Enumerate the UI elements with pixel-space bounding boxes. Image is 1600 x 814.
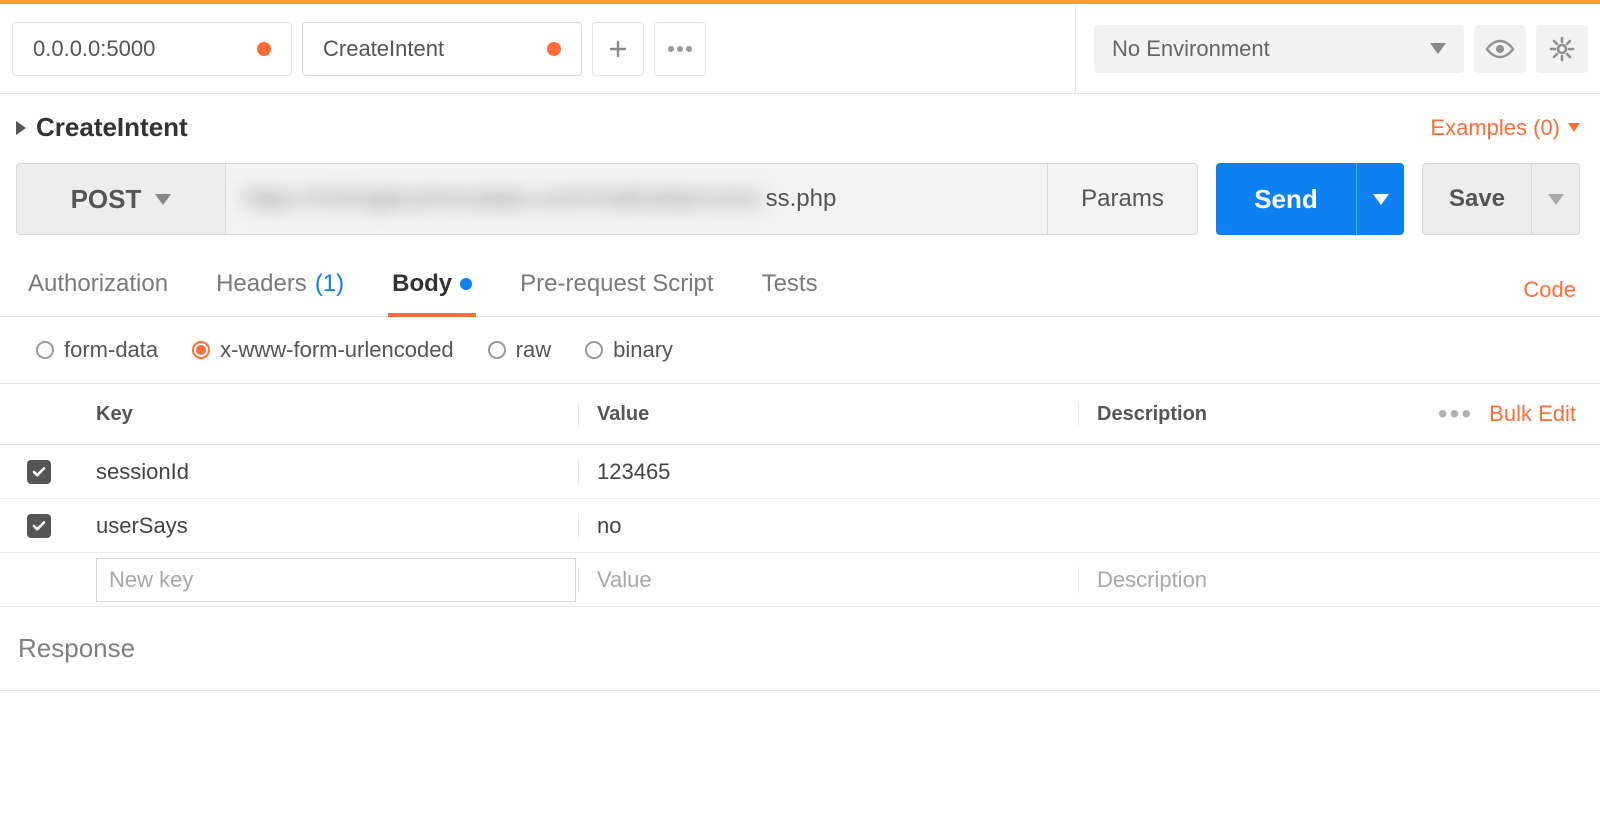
unsaved-dot-icon (547, 42, 561, 56)
radio-binary[interactable]: binary (585, 337, 673, 363)
kv-row: sessionId 123465 (0, 445, 1600, 499)
settings-button[interactable] (1536, 25, 1588, 73)
kv-new-row: New key Value Description (0, 553, 1600, 607)
save-button[interactable]: Save (1422, 163, 1532, 235)
code-link[interactable]: Code (1523, 277, 1576, 303)
divider (1075, 4, 1076, 94)
new-tab-button[interactable] (592, 22, 644, 76)
send-button[interactable]: Send (1216, 163, 1356, 235)
response-section-header: Response (0, 606, 1600, 691)
params-label: Params (1081, 185, 1164, 213)
environment-select[interactable]: No Environment (1094, 25, 1464, 73)
radio-icon (488, 341, 506, 359)
url-tail: ss.php (766, 185, 837, 213)
request-builder: POST https://miningbusinessdata.com/chat… (0, 153, 1600, 259)
save-dropdown[interactable] (1532, 163, 1580, 235)
tab-label: 0.0.0.0:5000 (33, 36, 155, 62)
request-section-tabs: Authorization Headers (1) Body Pre-reque… (0, 259, 1600, 317)
radio-form-data[interactable]: form-data (36, 337, 158, 363)
collapse-caret-icon[interactable] (16, 121, 26, 135)
tab-request-0[interactable]: 0.0.0.0:5000 (12, 22, 292, 76)
check-icon (31, 464, 47, 480)
row-value[interactable]: no (578, 513, 1078, 539)
radio-urlencoded[interactable]: x-www-form-urlencoded (192, 337, 454, 363)
tab-overflow-button[interactable] (654, 22, 706, 76)
body-dot-icon (460, 278, 472, 290)
environment-preview-button[interactable] (1474, 25, 1526, 73)
kv-table-header: Key Value Description ••• Bulk Edit (0, 383, 1600, 445)
unsaved-dot-icon (257, 42, 271, 56)
eye-icon (1485, 39, 1515, 59)
row-value[interactable]: 123465 (578, 459, 1078, 485)
row-key[interactable]: sessionId (78, 459, 578, 485)
gear-icon (1549, 36, 1575, 62)
new-value-input[interactable]: Value (578, 567, 1078, 593)
http-method-label: POST (71, 184, 142, 215)
save-group: Save (1422, 163, 1580, 235)
row-key[interactable]: userSays (78, 513, 578, 539)
examples-dropdown[interactable]: Examples (0) (1430, 115, 1580, 141)
send-group: Send (1216, 163, 1404, 235)
kv-row: userSays no (0, 499, 1600, 553)
examples-label: Examples (0) (1430, 115, 1560, 141)
send-dropdown[interactable] (1356, 163, 1404, 235)
tab-body[interactable]: Body (388, 264, 476, 316)
http-method-select[interactable]: POST (16, 163, 226, 235)
kv-options-button[interactable]: ••• (1438, 398, 1473, 430)
headers-count: (1) (315, 270, 344, 298)
request-title-bar: CreateIntent Examples (0) (0, 94, 1600, 153)
row-checkbox[interactable] (0, 460, 78, 484)
url-redacted: https://miningbusinessdata.com/chatfuel/… (244, 185, 762, 213)
environment-label: No Environment (1112, 36, 1270, 62)
url-field-wrap: https://miningbusinessdata.com/chatfuel/… (226, 163, 1198, 235)
tab-tests[interactable]: Tests (758, 264, 822, 316)
chevron-down-icon (155, 194, 171, 205)
tab-headers[interactable]: Headers (1) (212, 264, 348, 316)
plus-icon (609, 40, 627, 58)
col-key: Key (78, 403, 578, 426)
radio-icon (36, 341, 54, 359)
save-label: Save (1449, 185, 1505, 213)
body-type-radios: form-data x-www-form-urlencoded raw bina… (0, 317, 1600, 383)
chevron-down-icon (1373, 194, 1389, 205)
url-input[interactable]: https://miningbusinessdata.com/chatfuel/… (226, 164, 1047, 234)
radio-raw[interactable]: raw (488, 337, 551, 363)
chevron-down-icon (1430, 43, 1446, 54)
col-description: Description (1078, 403, 1438, 426)
ellipsis-icon (667, 45, 693, 53)
tab-authorization[interactable]: Authorization (24, 264, 172, 316)
col-value: Value (578, 403, 1078, 426)
row-checkbox[interactable] (0, 514, 78, 538)
chevron-down-icon (1548, 194, 1564, 205)
radio-icon (585, 341, 603, 359)
top-strip: 0.0.0.0:5000 CreateIntent No Environment (0, 4, 1600, 94)
new-key-input[interactable]: New key (78, 558, 578, 602)
tab-prerequest-script[interactable]: Pre-request Script (516, 264, 717, 316)
request-tabs: 0.0.0.0:5000 CreateIntent (12, 22, 1057, 76)
params-button[interactable]: Params (1047, 164, 1197, 234)
tab-request-1[interactable]: CreateIntent (302, 22, 582, 76)
new-description-input[interactable]: Description (1078, 567, 1600, 593)
request-title: CreateIntent (36, 112, 188, 143)
radio-selected-icon (192, 341, 210, 359)
caret-down-icon (1568, 123, 1580, 132)
tab-label: CreateIntent (323, 36, 444, 62)
send-label: Send (1254, 184, 1318, 215)
bulk-edit-link[interactable]: Bulk Edit (1489, 401, 1576, 427)
check-icon (31, 518, 47, 534)
